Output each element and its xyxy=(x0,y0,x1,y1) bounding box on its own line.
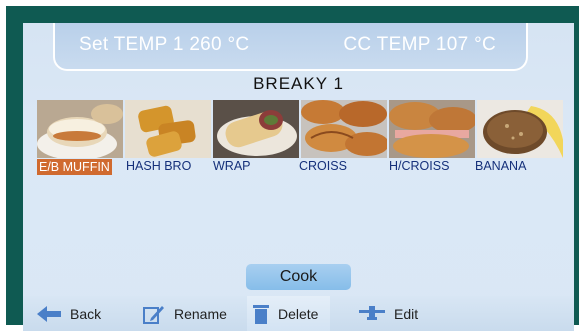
device-frame: Set TEMP 1 260 °C CC TEMP 107 °C BREAKY … xyxy=(6,6,579,331)
menu-item-croissant-image[interactable] xyxy=(301,100,387,158)
menu-item-hash-brown-image[interactable] xyxy=(125,100,211,158)
cc-temp-readout: CC TEMP 107 °C xyxy=(343,34,496,55)
rename-label: Rename xyxy=(174,305,227,322)
edit-button[interactable]: Edit xyxy=(359,296,418,331)
delete-label: Delete xyxy=(278,305,319,322)
menu-title: BREAKY 1 xyxy=(253,74,344,93)
menu-item-label-wrap[interactable]: WRAP xyxy=(213,159,251,173)
bottom-toolbar: Back Rename Delete Edit xyxy=(23,296,574,331)
banana-bread-image xyxy=(477,100,563,158)
menu-item-label-banana[interactable]: BANANA xyxy=(475,159,526,173)
touch-screen: Set TEMP 1 260 °C CC TEMP 107 °C BREAKY … xyxy=(23,23,574,331)
settings-slider-icon xyxy=(359,305,385,322)
menu-item-label-hash-brown[interactable]: HASH BRO xyxy=(126,159,191,173)
menu-item-label-croissant[interactable]: CROISS xyxy=(299,159,347,173)
temperature-header: Set TEMP 1 260 °C CC TEMP 107 °C xyxy=(53,23,528,71)
menu-item-banana-image[interactable] xyxy=(477,100,563,158)
cook-button[interactable]: Cook xyxy=(246,264,351,290)
menu-item-wrap-image[interactable] xyxy=(213,100,299,158)
rename-button[interactable]: Rename xyxy=(143,296,227,331)
muffin-image xyxy=(37,100,123,158)
menu-item-label-ham-croissant[interactable]: H/CROISS xyxy=(389,159,449,173)
set-temp-readout: Set TEMP 1 260 °C xyxy=(79,34,250,55)
menu-item-ham-croissant-image[interactable] xyxy=(389,100,475,158)
pencil-icon xyxy=(143,304,165,324)
edit-label: Edit xyxy=(394,305,419,322)
croissant-image xyxy=(301,100,387,158)
back-label: Back xyxy=(70,305,102,322)
back-button[interactable]: Back xyxy=(37,296,101,331)
back-arrow-icon xyxy=(37,305,61,322)
wrap-image xyxy=(213,100,299,158)
ham-croissant-image xyxy=(389,100,475,158)
menu-item-label-eb-muffin[interactable]: E/B MUFFIN xyxy=(37,159,112,175)
delete-button[interactable]: Delete xyxy=(247,296,331,331)
trash-icon xyxy=(253,304,269,324)
menu-item-eb-muffin-image[interactable] xyxy=(37,100,123,158)
hash-brown-image xyxy=(125,100,211,158)
